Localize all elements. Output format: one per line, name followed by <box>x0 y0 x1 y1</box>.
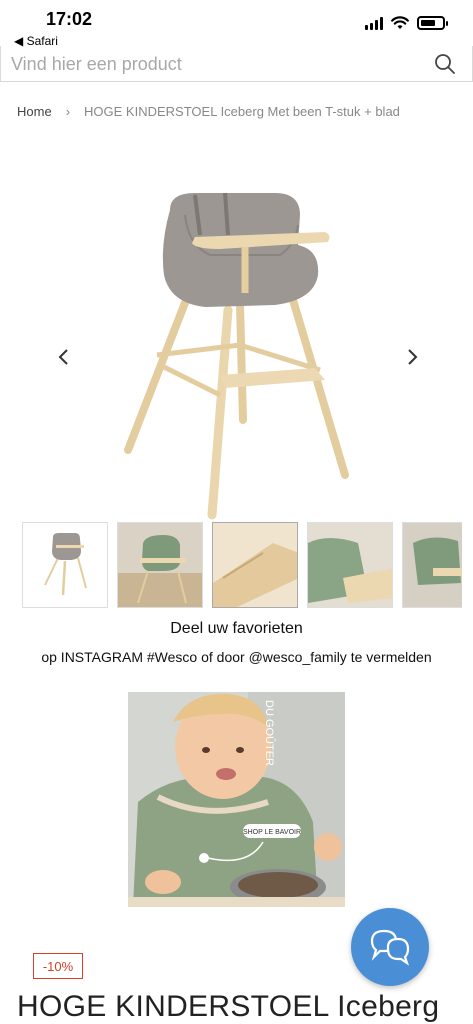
battery-icon <box>417 16 448 30</box>
instagram-photo-tag: SHOP LE BAVOIR <box>243 829 301 836</box>
chat-bubbles-icon <box>370 929 410 966</box>
breadcrumb: Home › HOGE KINDERSTOEL Iceberg Met been… <box>17 104 400 119</box>
instagram-title: Deel uw favorieten <box>170 620 303 637</box>
wifi-icon <box>391 16 409 29</box>
search-bar <box>0 46 473 82</box>
instagram-photo[interactable]: SHOP LE BAVOIR DU GOÛTER <box>128 692 345 907</box>
thumbnail-5[interactable] <box>402 522 462 608</box>
status-icons <box>365 16 448 30</box>
thumbnail-strip <box>22 522 462 608</box>
status-bar: 17:02 ◀ Safari <box>0 0 473 50</box>
instagram-subtitle: op INSTAGRAM #Wesco of door @wesco_famil… <box>41 649 432 665</box>
search-input[interactable] <box>11 50 411 78</box>
breadcrumb-separator: › <box>65 104 71 119</box>
thumbnail-3[interactable] <box>212 522 298 608</box>
discount-badge: -10% <box>33 953 83 979</box>
search-icon[interactable] <box>434 53 456 75</box>
breadcrumb-current: HOGE KINDERSTOEL Iceberg Met been T-stuk… <box>84 104 400 119</box>
breadcrumb-home-link[interactable]: Home <box>17 104 52 119</box>
chevron-right-icon[interactable] <box>400 345 424 369</box>
product-title: HOGE KINDERSTOEL Iceberg <box>17 990 440 1023</box>
status-time: 17:02 <box>46 9 93 29</box>
chevron-left-icon[interactable] <box>52 345 76 369</box>
instagram-photo-vertical-text: DU GOÛTER <box>263 700 276 766</box>
thumbnail-4[interactable] <box>307 522 393 608</box>
thumbnail-1[interactable] <box>22 522 108 608</box>
product-main-image[interactable] <box>100 185 370 520</box>
signal-icon <box>365 16 383 30</box>
chat-button[interactable] <box>351 908 429 986</box>
thumbnail-2[interactable] <box>117 522 203 608</box>
